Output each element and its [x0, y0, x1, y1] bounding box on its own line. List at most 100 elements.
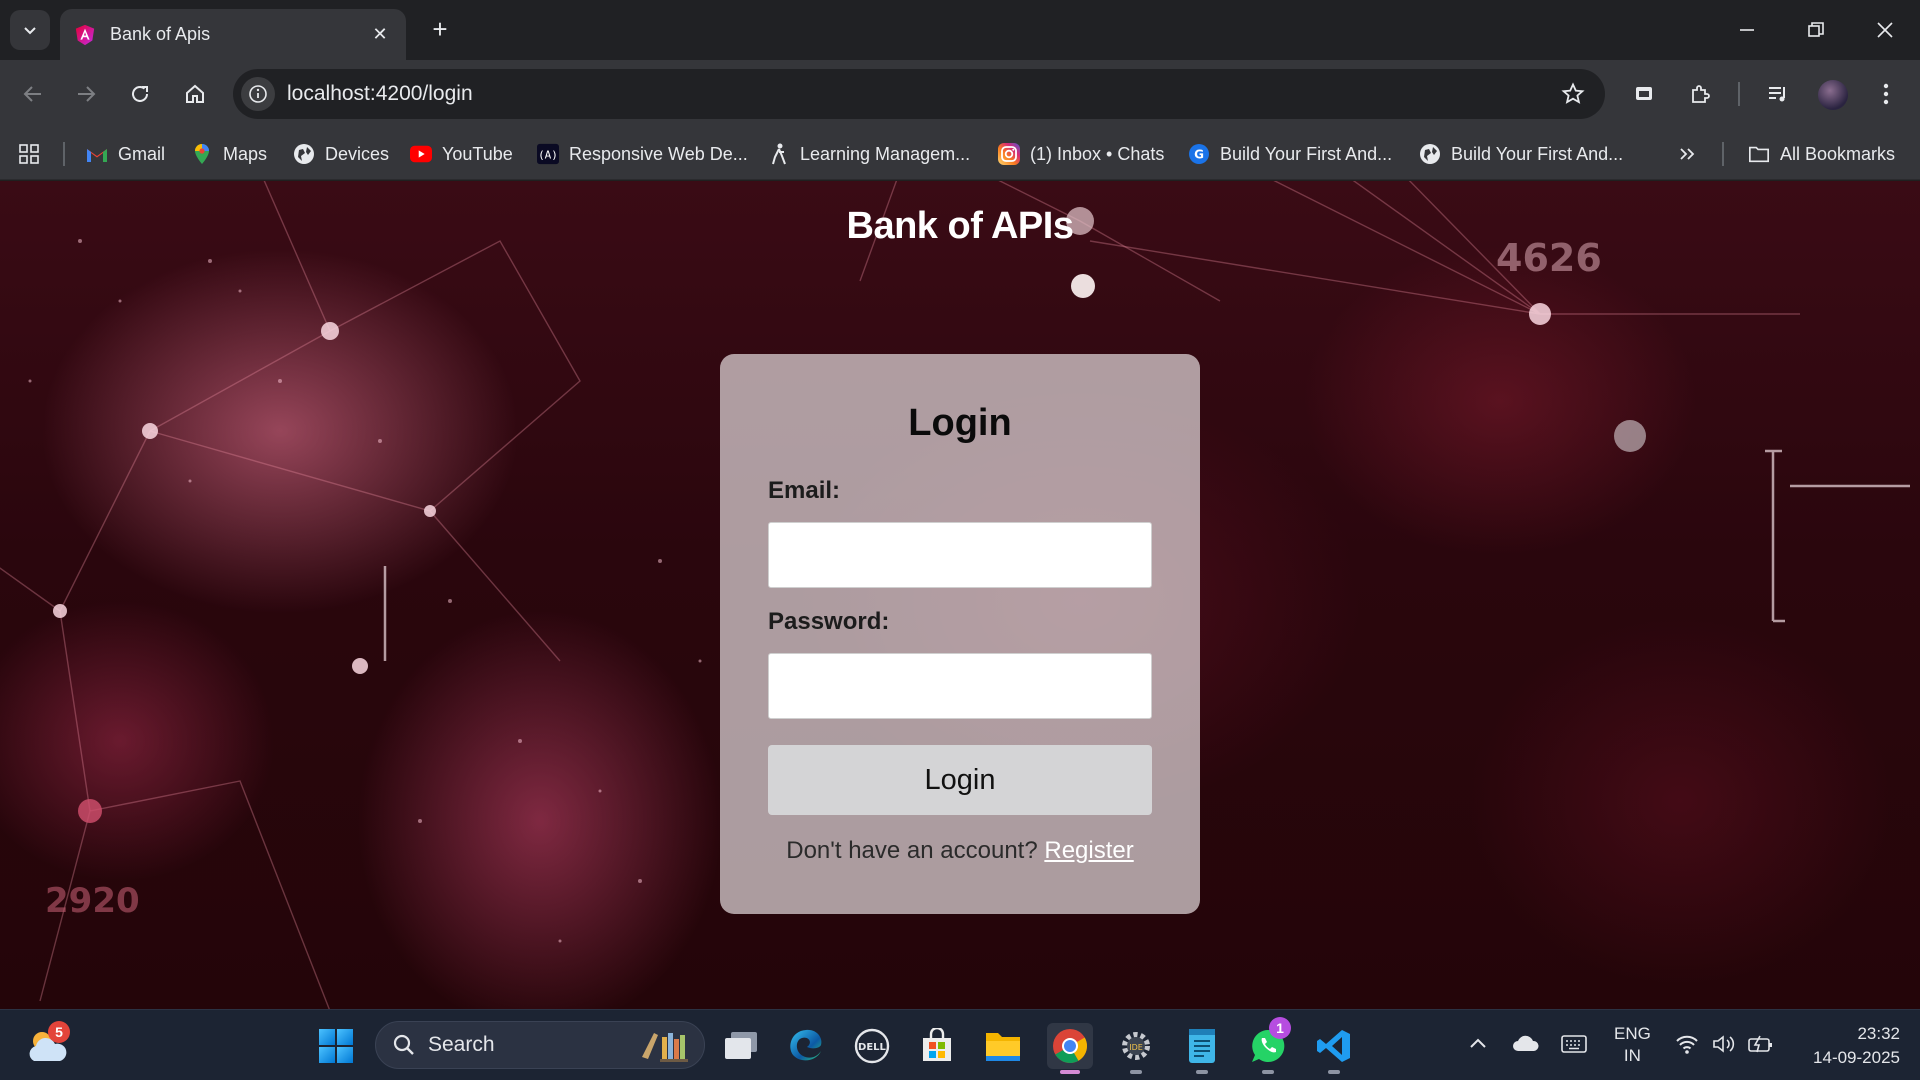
taskbar-file-explorer[interactable]	[980, 1023, 1026, 1069]
apps-grid-button[interactable]	[18, 140, 40, 168]
tab-close-icon[interactable]: ✕	[368, 24, 392, 45]
edge-browser-icon	[790, 1029, 822, 1061]
whatsapp-badge: 1	[1269, 1017, 1291, 1039]
battery-charging-icon[interactable]	[1748, 1034, 1774, 1059]
cast-icon[interactable]	[1624, 74, 1664, 114]
site-info-icon[interactable]	[241, 77, 275, 111]
store-icon	[923, 1028, 951, 1061]
bookmark-gmail[interactable]: Gmail	[86, 140, 165, 168]
all-bookmarks-button[interactable]: All Bookmarks	[1748, 140, 1895, 168]
clock-time: 23:32	[1857, 1024, 1900, 1043]
menu-kebab-icon[interactable]	[1866, 74, 1906, 114]
restore-button[interactable]	[1796, 10, 1836, 50]
arrow-left-icon	[23, 86, 41, 102]
email-label: Email:	[768, 477, 841, 504]
home-icon	[186, 84, 204, 103]
apps-grid-icon	[19, 144, 39, 164]
language-code: ENG	[1614, 1024, 1651, 1043]
language-indicator[interactable]: ENG IN	[1614, 1023, 1651, 1067]
svg-text:(A): (A)	[538, 149, 558, 162]
maps-icon	[191, 143, 213, 165]
minimize-button[interactable]	[1727, 10, 1767, 50]
running-indicator	[1328, 1070, 1340, 1074]
toolbar-divider	[1738, 82, 1740, 106]
address-bar[interactable]: localhost:4200/login	[233, 69, 1605, 119]
bookmark-build-first-1[interactable]: G Build Your First And...	[1188, 140, 1392, 168]
tab-search-button[interactable]	[10, 10, 50, 50]
wifi-icon[interactable]	[1675, 1034, 1699, 1059]
onedrive-icon[interactable]	[1512, 1032, 1540, 1059]
gmail-icon	[86, 143, 108, 165]
folder-icon	[1748, 143, 1770, 165]
bookmark-label: Devices	[325, 143, 390, 164]
keyboard-icon[interactable]	[1561, 1034, 1587, 1059]
close-window-button[interactable]	[1865, 10, 1905, 50]
folder-icon	[986, 1033, 1020, 1061]
reload-button[interactable]	[120, 74, 160, 114]
taskbar-search-box[interactable]: Search	[375, 1021, 705, 1069]
page-viewport: 4626 2920 Bank of APIs Login Email: Pass…	[0, 181, 1920, 1009]
active-indicator	[1060, 1070, 1080, 1074]
bookmark-instagram-inbox[interactable]: (1) Inbox • Chats	[998, 140, 1164, 168]
bookmark-star-icon[interactable]	[1553, 74, 1593, 114]
clock[interactable]: 23:32 14-09-2025	[1790, 1022, 1900, 1070]
weather-widget[interactable]: 5	[24, 1021, 70, 1069]
home-button[interactable]	[175, 74, 215, 114]
dell-icon: DELL	[854, 1028, 890, 1064]
bookmark-label: (1) Inbox • Chats	[1030, 143, 1165, 164]
back-button[interactable]	[13, 74, 53, 114]
login-button[interactable]: Login	[768, 745, 1152, 815]
bookmark-youtube[interactable]: YouTube	[410, 140, 513, 168]
bookmarks-divider	[1722, 142, 1724, 166]
search-placeholder: Search	[428, 1033, 495, 1056]
taskbar-notepad[interactable]	[1179, 1023, 1225, 1074]
youtube-icon	[410, 143, 432, 165]
bookmark-maps[interactable]: Maps	[191, 140, 267, 168]
password-field[interactable]	[768, 653, 1152, 719]
taskbar-chrome[interactable]	[1047, 1023, 1093, 1074]
profile-avatar[interactable]	[1818, 80, 1848, 110]
email-field[interactable]	[768, 522, 1152, 588]
angular-favicon-icon	[75, 24, 95, 45]
start-button[interactable]	[313, 1023, 359, 1069]
chevron-up-icon	[1470, 1038, 1486, 1048]
browser-tab-bar: Bank of Apis ✕ +	[0, 0, 1920, 60]
svg-text:G: G	[1194, 148, 1204, 162]
bookmark-build-first-2[interactable]: Build Your First And...	[1419, 140, 1623, 168]
forward-button[interactable]	[66, 74, 106, 114]
windows-taskbar: 5 Search DELL IDE 1 ENG IN 23:32 14-09-2…	[0, 1009, 1920, 1080]
bookmarks-divider	[63, 142, 65, 166]
running-indicator	[1262, 1070, 1274, 1074]
bookmark-label: Gmail	[118, 143, 166, 164]
double-chevron-right-icon	[1680, 148, 1695, 160]
new-tab-button[interactable]: +	[424, 14, 456, 46]
taskbar-microsoft-store[interactable]	[914, 1023, 960, 1069]
extensions-icon[interactable]	[1680, 74, 1720, 114]
windows-logo-icon	[319, 1029, 353, 1063]
taskbar-whatsapp[interactable]: 1	[1245, 1017, 1291, 1074]
tab-title: Bank of Apis	[110, 24, 211, 44]
show-hidden-icons-button[interactable]	[1468, 1034, 1488, 1059]
register-link[interactable]: Register	[1044, 837, 1133, 864]
more-bookmarks-button[interactable]	[1678, 140, 1696, 168]
restore-icon	[1808, 22, 1824, 37]
reload-icon	[132, 85, 148, 102]
browser-tab-active[interactable]: Bank of Apis ✕	[60, 9, 406, 60]
bookmarks-bar: Gmail Maps Devices YouTube (A) Responsiv…	[0, 128, 1920, 180]
bookmark-devices[interactable]: Devices	[293, 140, 389, 168]
taskbar-vscode[interactable]	[1311, 1023, 1357, 1074]
close-icon	[1877, 22, 1893, 38]
minimize-icon	[1740, 29, 1754, 31]
bookmark-responsive-web[interactable]: (A) Responsive Web De...	[537, 140, 748, 168]
region-code: IN	[1623, 1046, 1641, 1065]
bookmark-label: Learning Managem...	[800, 143, 971, 164]
task-view-button[interactable]	[718, 1023, 764, 1069]
globe-icon	[293, 143, 315, 165]
bookmark-learning-management[interactable]: Learning Managem...	[768, 140, 970, 168]
taskbar-edge[interactable]	[783, 1023, 829, 1069]
taskbar-settings-app[interactable]: IDE	[1113, 1023, 1159, 1074]
volume-icon[interactable]	[1712, 1034, 1738, 1059]
media-controls-icon[interactable]	[1758, 74, 1798, 114]
running-indicator	[1196, 1070, 1208, 1074]
taskbar-dell[interactable]: DELL	[849, 1023, 895, 1069]
